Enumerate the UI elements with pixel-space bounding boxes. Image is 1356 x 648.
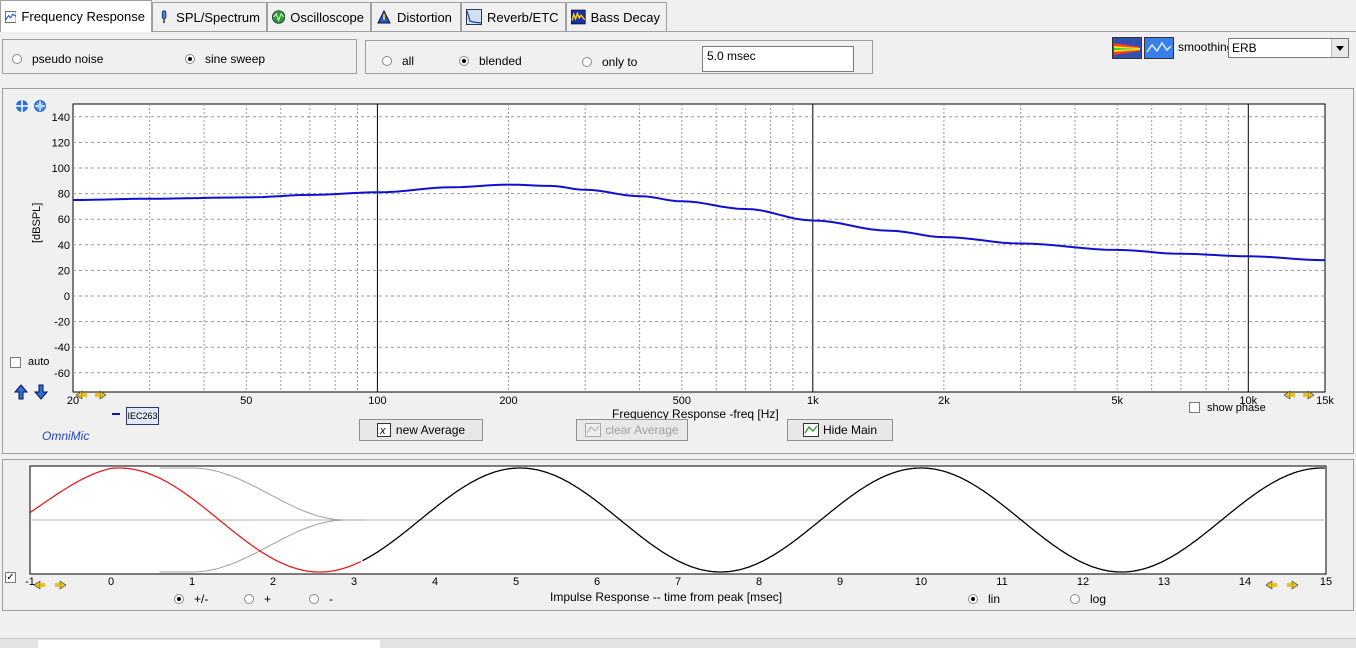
impulse-x-tick-label: 1	[189, 576, 195, 588]
impulse-scroll-left-icons[interactable]	[34, 580, 68, 590]
impulse-x-tick-label: 6	[594, 576, 600, 588]
radio-polarity-both[interactable]: +/-	[174, 592, 208, 606]
impulse-x-tick-label: 0	[108, 576, 114, 588]
radio-button[interactable]	[244, 594, 254, 604]
impulse-x-tick-label: 2	[270, 576, 276, 588]
radio-button[interactable]	[1070, 594, 1080, 604]
impulse-response-chart[interactable]: -1 0 1 2 3 4 5 6 7 8 9 10 11 12 13 14 15	[0, 0, 1356, 600]
radio-scale-lin[interactable]: lin	[968, 592, 1000, 606]
impulse-x-tick-label: 4	[432, 576, 438, 588]
status-field	[38, 640, 380, 648]
radio-label: +	[264, 592, 272, 606]
impulse-x-ticks: -1 0 1 2 3 4 5 6 7 8 9 10 11 12 13 14 15	[25, 576, 1332, 588]
impulse-x-tick-label: 3	[351, 576, 357, 588]
impulse-x-tick-label: 11	[996, 576, 1007, 588]
impulse-x-tick-label: 15	[1320, 576, 1332, 588]
frequency-response-icon	[5, 10, 17, 23]
radio-button[interactable]	[309, 594, 319, 604]
radio-label: lin	[988, 592, 1001, 606]
radio-polarity-negative[interactable]: -	[309, 592, 333, 606]
radio-label: log	[1090, 592, 1107, 606]
impulse-x-tick-label: 12	[1077, 576, 1089, 588]
impulse-x-tick-label: 5	[513, 576, 519, 588]
radio-label: +/-	[194, 592, 209, 606]
impulse-x-axis-label: Impulse Response -- time from peak [msec…	[550, 590, 783, 604]
radio-button[interactable]	[968, 594, 978, 604]
impulse-x-tick-label: 14	[1239, 576, 1251, 588]
impulse-x-tick-label: 13	[1158, 576, 1170, 588]
impulse-x-tick-label: 8	[756, 576, 762, 588]
tab-frequency-response[interactable]: Frequency Response	[0, 0, 152, 32]
radio-polarity-positive[interactable]: +	[244, 592, 271, 606]
radio-label: -	[329, 592, 333, 606]
impulse-scroll-right-icons[interactable]	[1266, 580, 1300, 590]
tab-label: Frequency Response	[21, 9, 145, 24]
radio-scale-log[interactable]: log	[1070, 592, 1106, 606]
impulse-x-tick-label: 10	[915, 576, 927, 588]
impulse-x-tick-label: 7	[675, 576, 681, 588]
impulse-checkbox[interactable]: ✓	[5, 572, 16, 583]
impulse-x-tick-label: 9	[837, 576, 843, 588]
radio-button[interactable]	[174, 594, 184, 604]
